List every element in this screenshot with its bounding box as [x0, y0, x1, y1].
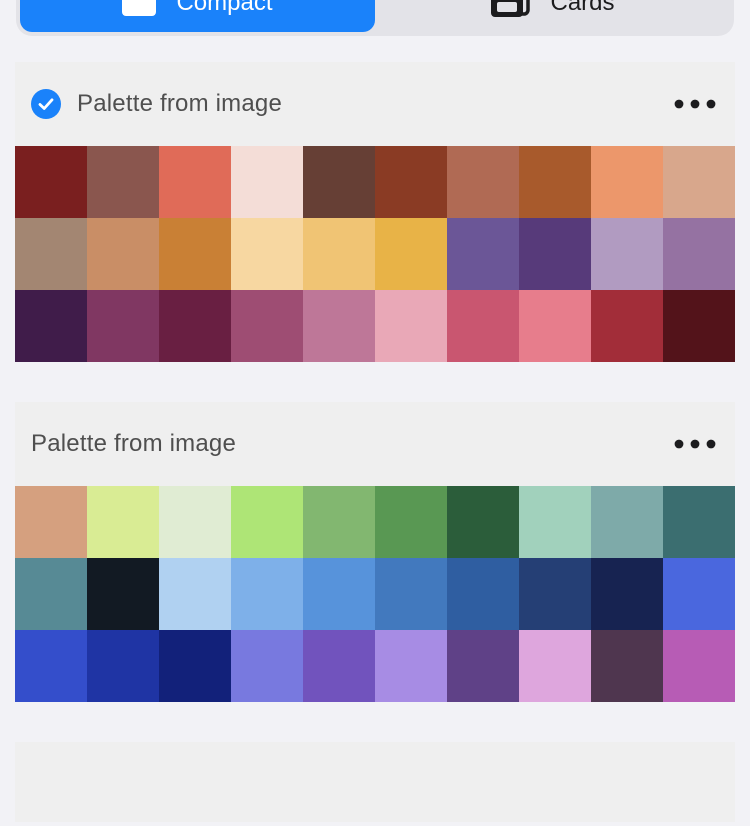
- color-swatch[interactable]: [87, 290, 159, 362]
- color-swatch[interactable]: [159, 486, 231, 558]
- color-swatch[interactable]: [375, 486, 447, 558]
- color-swatch[interactable]: [375, 146, 447, 218]
- color-swatch[interactable]: [303, 558, 375, 630]
- more-horizontal-icon: [674, 99, 716, 109]
- color-swatch[interactable]: [447, 146, 519, 218]
- color-swatch[interactable]: [447, 558, 519, 630]
- color-swatch[interactable]: [303, 290, 375, 362]
- color-swatch[interactable]: [303, 630, 375, 702]
- color-swatch[interactable]: [159, 558, 231, 630]
- tab-cards-label: Cards: [550, 0, 615, 16]
- color-swatch[interactable]: [303, 486, 375, 558]
- palette-swatch-grid: [15, 486, 735, 702]
- palette-title: Palette from image: [77, 90, 283, 117]
- color-swatch[interactable]: [15, 558, 87, 630]
- color-swatch[interactable]: [519, 558, 591, 630]
- color-swatch[interactable]: [159, 146, 231, 218]
- palette-header: Palette from image: [15, 402, 735, 486]
- color-swatch[interactable]: [591, 218, 663, 290]
- color-swatch[interactable]: [663, 486, 735, 558]
- color-swatch[interactable]: [447, 630, 519, 702]
- color-swatch[interactable]: [519, 630, 591, 702]
- color-swatch[interactable]: [15, 290, 87, 362]
- color-swatch[interactable]: [375, 630, 447, 702]
- view-toggle: Compact Cards: [16, 0, 734, 36]
- color-swatch[interactable]: [591, 558, 663, 630]
- more-options-button[interactable]: [671, 428, 719, 460]
- color-swatch[interactable]: [375, 290, 447, 362]
- cards-view-icon: [490, 0, 531, 18]
- palette-swatch-grid: [15, 146, 735, 362]
- color-swatch[interactable]: [663, 630, 735, 702]
- color-swatch[interactable]: [591, 290, 663, 362]
- color-swatch[interactable]: [87, 146, 159, 218]
- color-swatch[interactable]: [303, 146, 375, 218]
- color-swatch[interactable]: [591, 146, 663, 218]
- color-swatch[interactable]: [447, 218, 519, 290]
- compact-view-icon: [122, 0, 157, 16]
- color-swatch[interactable]: [663, 146, 735, 218]
- color-swatch[interactable]: [159, 290, 231, 362]
- color-swatch[interactable]: [519, 486, 591, 558]
- color-swatch[interactable]: [231, 146, 303, 218]
- more-options-button[interactable]: [671, 88, 719, 120]
- color-swatch[interactable]: [303, 218, 375, 290]
- color-swatch[interactable]: [231, 630, 303, 702]
- color-swatch[interactable]: [375, 218, 447, 290]
- color-swatch[interactable]: [87, 486, 159, 558]
- checkmark-icon[interactable]: [31, 89, 61, 119]
- color-swatch[interactable]: [447, 486, 519, 558]
- color-swatch[interactable]: [87, 558, 159, 630]
- color-swatch[interactable]: [231, 486, 303, 558]
- color-swatch[interactable]: [159, 218, 231, 290]
- color-swatch[interactable]: [663, 218, 735, 290]
- color-swatch[interactable]: [87, 218, 159, 290]
- color-swatch[interactable]: [447, 290, 519, 362]
- color-swatch[interactable]: [87, 630, 159, 702]
- palette-card[interactable]: Palette from image: [15, 402, 735, 702]
- palette-header: [15, 742, 735, 826]
- color-swatch[interactable]: [159, 630, 231, 702]
- tab-cards[interactable]: Cards: [375, 0, 730, 32]
- color-swatch[interactable]: [375, 558, 447, 630]
- color-swatch[interactable]: [231, 290, 303, 362]
- palette-card[interactable]: [15, 742, 735, 822]
- color-swatch[interactable]: [15, 486, 87, 558]
- color-swatch[interactable]: [231, 218, 303, 290]
- palette-header: Palette from image: [15, 62, 735, 146]
- tab-compact-label: Compact: [176, 0, 273, 16]
- tab-compact[interactable]: Compact: [20, 0, 375, 32]
- more-horizontal-icon: [674, 439, 716, 449]
- color-swatch[interactable]: [15, 218, 87, 290]
- color-swatch[interactable]: [15, 146, 87, 218]
- color-swatch[interactable]: [15, 630, 87, 702]
- color-swatch[interactable]: [663, 290, 735, 362]
- color-swatch[interactable]: [519, 146, 591, 218]
- color-swatch[interactable]: [663, 558, 735, 630]
- color-swatch[interactable]: [591, 486, 663, 558]
- color-swatch[interactable]: [519, 218, 591, 290]
- palette-card[interactable]: Palette from image: [15, 62, 735, 362]
- palette-title: Palette from image: [31, 430, 237, 457]
- color-swatch[interactable]: [591, 630, 663, 702]
- color-swatch[interactable]: [231, 558, 303, 630]
- color-swatch[interactable]: [519, 290, 591, 362]
